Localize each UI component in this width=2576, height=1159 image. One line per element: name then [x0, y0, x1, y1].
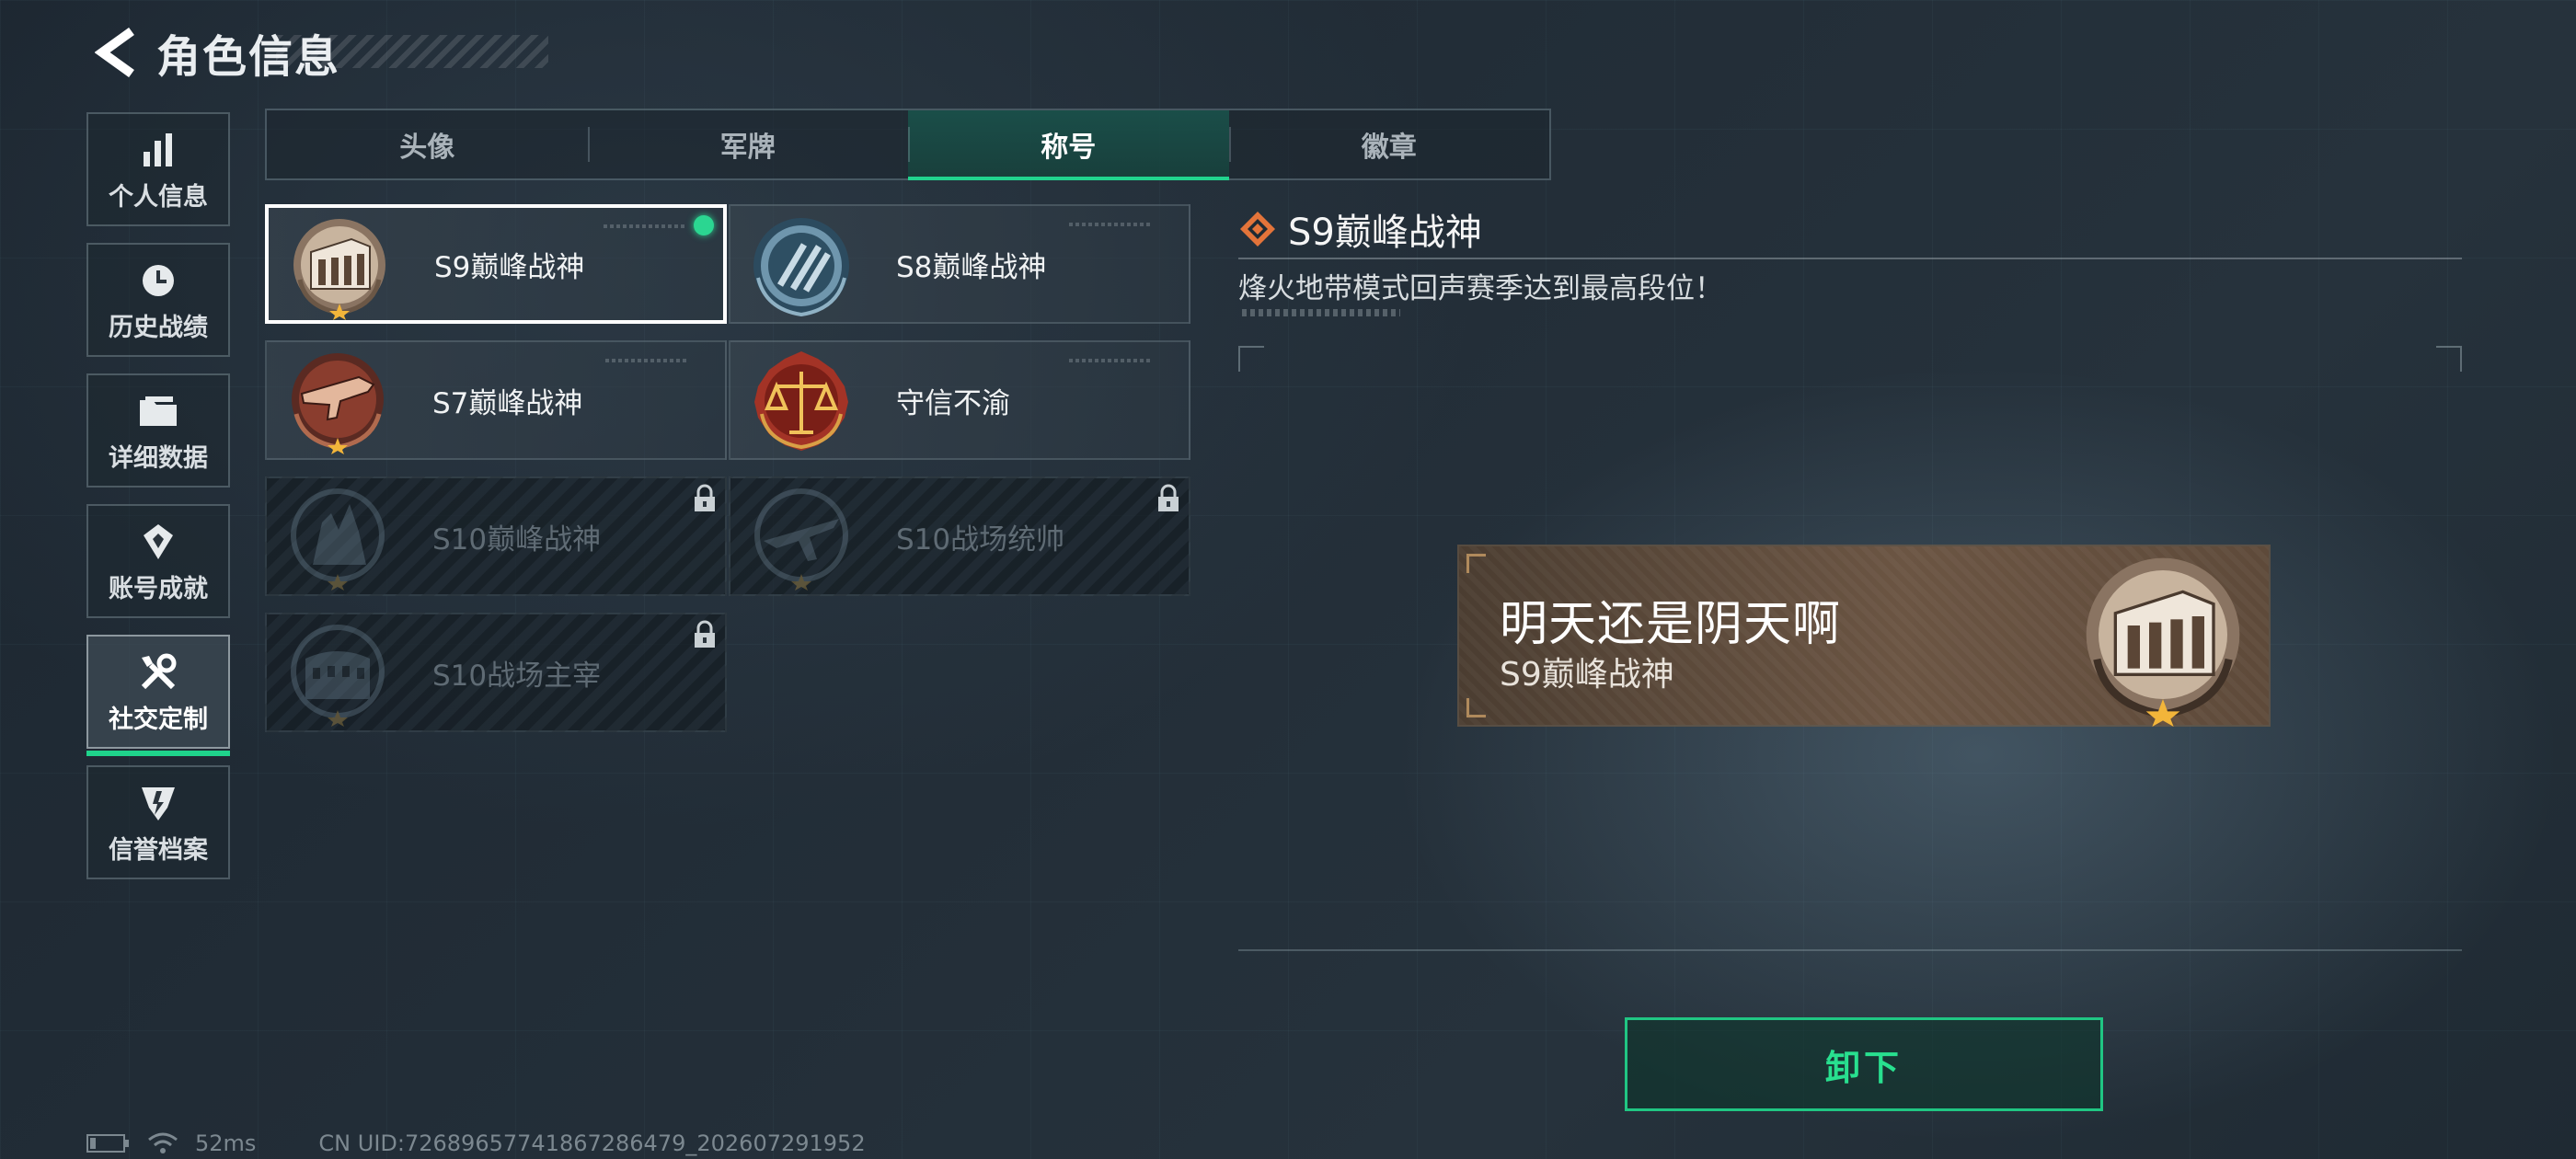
- equipped-indicator: [694, 215, 714, 235]
- history-icon: [143, 264, 174, 296]
- sidebar-item-credit[interactable]: 信誉档案: [86, 765, 230, 879]
- frame-corner: [2436, 346, 2462, 372]
- divider: [1238, 258, 2462, 259]
- sidebar-item-detailed-data[interactable]: 详细数据: [86, 373, 230, 488]
- title-card-s10-dominator[interactable]: S10战场主宰: [265, 613, 727, 732]
- colosseum-badge-icon: [291, 625, 385, 727]
- sidebar-item-label: 账号成就: [109, 574, 208, 603]
- sidebar: 个人信息 历史战绩 详细数据 账号成就 社交定制 信誉档案: [86, 112, 232, 896]
- user-uid: CN UID:7268965774186728647​9_20260729195…: [318, 1130, 866, 1156]
- sidebar-item-achievements[interactable]: 账号成就: [86, 504, 230, 618]
- aircraft-badge-icon: [754, 488, 848, 591]
- arch-bronze-badge-icon: [2086, 557, 2240, 727]
- rifle-red-badge-icon: [292, 353, 384, 454]
- wifi-icon: [148, 1132, 178, 1153]
- arch-bronze-badge-icon: [293, 219, 385, 320]
- title-card-faithful[interactable]: 守信不渝: [729, 340, 1190, 460]
- battery-icon: [86, 1134, 129, 1153]
- sidebar-item-label: 个人信息: [109, 182, 208, 212]
- nameplate-title: S9巅峰战神: [1500, 656, 1674, 694]
- card-serial-decoration: [605, 359, 688, 362]
- frame-corner: [1238, 346, 1264, 372]
- card-serial-decoration: [1069, 359, 1152, 362]
- scales-badge-icon: [754, 351, 848, 451]
- tab-title[interactable]: 称号: [908, 110, 1229, 180]
- bar-chart-icon: [144, 132, 172, 166]
- sidebar-item-personal-info[interactable]: 个人信息: [86, 112, 230, 226]
- detail-description: 烽火地带模式回声赛季达到最高段位！: [1238, 272, 1723, 305]
- lock-icon: [695, 620, 715, 648]
- card-serial-decoration: [1069, 223, 1152, 226]
- detail-decoration-bar: [1242, 309, 1400, 316]
- title-card-name: S9巅峰战神: [434, 250, 585, 284]
- header-decoration: [276, 35, 548, 68]
- detail-header: S9巅峰战神: [1238, 202, 1482, 256]
- status-bar: 52ms CN UID:7268965774186728647​9_202607…: [86, 1130, 866, 1157]
- title-nameplate-preview: 明天还是阴天啊 S9巅峰战神: [1459, 546, 2269, 727]
- back-button[interactable]: [88, 25, 144, 80]
- tab-avatar[interactable]: 头像: [267, 110, 588, 178]
- diamond-title-icon: [1240, 212, 1275, 247]
- sidebar-item-label: 详细数据: [109, 443, 208, 473]
- title-card-name: 守信不渝: [896, 386, 1010, 420]
- title-card-name: S10巅峰战神: [432, 522, 602, 557]
- credit-shield-icon: [142, 786, 175, 820]
- title-card-s10-peak[interactable]: S10巅峰战神: [265, 476, 727, 596]
- tab-badge[interactable]: 徽章: [1228, 110, 1550, 178]
- title-card-name: S7巅峰战神: [432, 386, 583, 420]
- sidebar-item-social-custom[interactable]: 社交定制: [86, 635, 230, 756]
- tower-badge-icon: [291, 488, 385, 591]
- title-card-s8-peak[interactable]: S8巅峰战神: [729, 204, 1190, 324]
- title-card-s9-peak[interactable]: S9巅峰战神: [265, 204, 727, 324]
- sidebar-item-label: 历史战绩: [109, 313, 208, 342]
- nameplate-corner: [1466, 554, 1486, 573]
- nameplate-corner: [1466, 698, 1486, 717]
- detail-title-name: S9巅峰战神: [1288, 212, 1482, 254]
- title-card-s7-peak[interactable]: S7巅峰战神: [265, 340, 727, 460]
- achievement-icon: [144, 523, 173, 559]
- sidebar-item-label: 社交定制: [109, 705, 208, 734]
- sidebar-item-history[interactable]: 历史战绩: [86, 243, 230, 357]
- sidebar-item-label: 信誉档案: [109, 835, 208, 865]
- blue-stripe-badge-icon: [753, 218, 849, 317]
- tools-icon: [141, 653, 177, 689]
- title-card-name: S10战场统帅: [896, 522, 1065, 557]
- folder-icon: [140, 396, 177, 426]
- title-card-s10-commander[interactable]: S10战场统帅: [729, 476, 1190, 596]
- title-card-name: S8巅峰战神: [896, 250, 1047, 284]
- lock-icon: [1158, 484, 1179, 511]
- nameplate-player-name: 明天还是阴天啊: [1500, 597, 1842, 652]
- preview-baseline: [1238, 949, 2462, 951]
- title-card-name: S10战场主宰: [432, 659, 602, 693]
- ping-value: 52ms: [195, 1130, 257, 1156]
- card-serial-decoration: [604, 224, 686, 228]
- tab-bar: 头像 军牌 称号 徽章: [265, 109, 1551, 180]
- lock-icon: [695, 484, 715, 511]
- chevron-left-icon: [95, 28, 134, 77]
- tab-dog-tag[interactable]: 军牌: [587, 110, 909, 178]
- unequip-button[interactable]: 卸下: [1625, 1017, 2103, 1111]
